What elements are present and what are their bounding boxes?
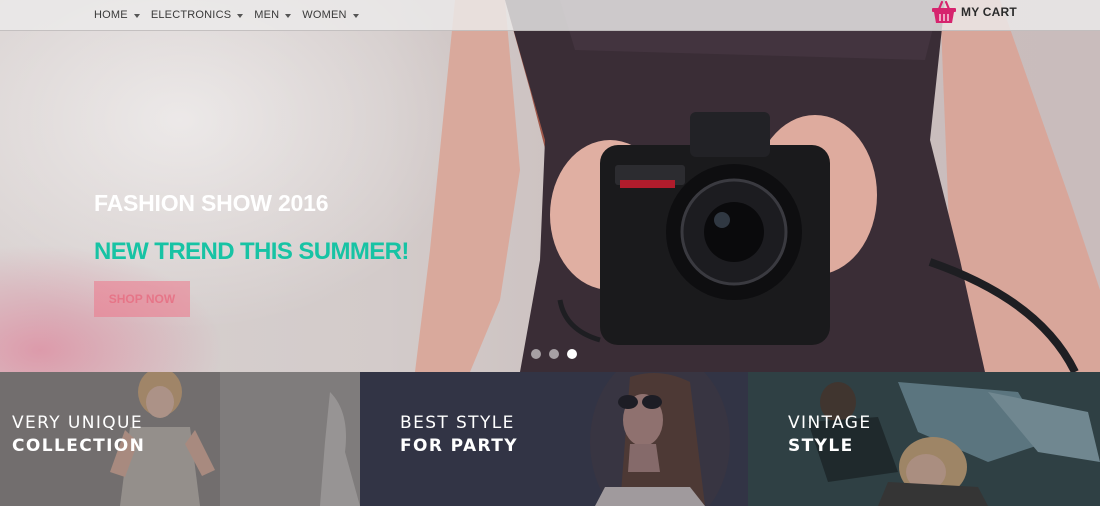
slide-dot-2[interactable]: [549, 349, 559, 359]
chevron-down-icon: [133, 13, 140, 18]
cart-label: MY CART: [961, 5, 1017, 19]
banner-vintage-style[interactable]: VINTAGE STYLE: [748, 372, 1100, 506]
nav-item-label: MEN: [254, 9, 280, 21]
banner-caption-line1: BEST STYLE: [400, 413, 515, 433]
banner-caption: VINTAGE STYLE: [788, 412, 871, 458]
chevron-down-icon: [237, 13, 244, 18]
nav-item-label: ELECTRONICS: [150, 9, 232, 21]
hero-subtitle: NEW TREND THIS SUMMER!: [94, 238, 409, 265]
nav-item-electronics[interactable]: ELECTRONICS: [150, 0, 244, 30]
nav-item-home[interactable]: HOME: [94, 0, 140, 30]
banner-caption-line2: FOR PARTY: [400, 436, 518, 456]
slider-pagination: [531, 349, 577, 359]
banner-caption: VERY UNIQUE COLLECTION: [12, 412, 145, 458]
banner-caption-line2: COLLECTION: [12, 436, 146, 456]
banner-caption-line2: STYLE: [788, 436, 854, 456]
slide-dot-1[interactable]: [531, 349, 541, 359]
category-banners: VERY UNIQUE COLLECTION BEST STYLE FOR PA…: [0, 372, 1100, 506]
chevron-down-icon: [352, 13, 359, 18]
basket-icon: [932, 0, 956, 23]
cart-link[interactable]: MY CART: [931, 0, 1017, 24]
top-navigation: HOME ELECTRONICS MEN WOMEN MY CART: [0, 0, 1100, 31]
hero-slider: HOME ELECTRONICS MEN WOMEN MY CART FASHI…: [0, 0, 1100, 372]
nav-item-men[interactable]: MEN: [254, 0, 292, 30]
hero-title: FASHION SHOW 2016: [94, 190, 329, 216]
banner-unique-collection[interactable]: VERY UNIQUE COLLECTION: [0, 372, 360, 506]
nav-item-women[interactable]: WOMEN: [302, 0, 359, 30]
banner-caption: BEST STYLE FOR PARTY: [400, 412, 518, 458]
nav-item-label: HOME: [94, 9, 128, 21]
nav-item-label: WOMEN: [302, 9, 347, 21]
shop-now-button[interactable]: SHOP NOW: [94, 281, 190, 317]
banner-caption-line1: VERY UNIQUE: [12, 413, 144, 433]
chevron-down-icon: [285, 13, 292, 18]
slide-dot-3[interactable]: [567, 349, 577, 359]
banner-best-style-party[interactable]: BEST STYLE FOR PARTY: [360, 372, 748, 506]
banner-caption-line1: VINTAGE: [788, 413, 872, 433]
main-menu: HOME ELECTRONICS MEN WOMEN: [94, 0, 370, 30]
